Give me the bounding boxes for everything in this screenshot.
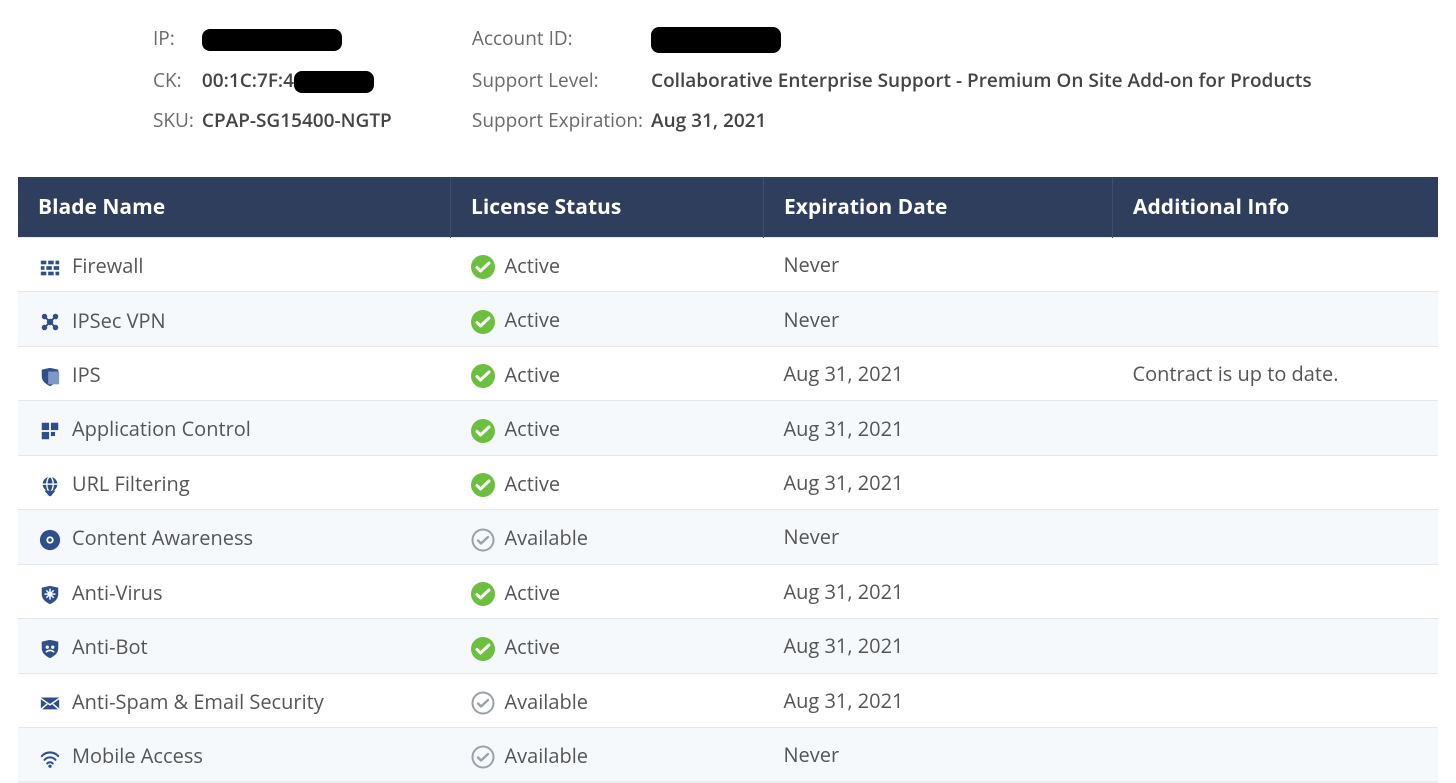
additional-info-text bbox=[1113, 619, 1439, 673]
content-awareness-icon bbox=[38, 524, 62, 551]
ip-value bbox=[202, 25, 452, 67]
additional-info-text bbox=[1113, 237, 1439, 291]
additional-info-text bbox=[1113, 673, 1439, 727]
expiration-text: Never bbox=[764, 510, 1113, 564]
expiration-text: Aug 31, 2021 bbox=[764, 619, 1113, 673]
expiration-text: Never bbox=[764, 292, 1113, 346]
status-available-icon bbox=[471, 687, 495, 715]
table-row[interactable]: Content Awareness Available Never bbox=[18, 510, 1438, 564]
expiration-text: Aug 31, 2021 bbox=[764, 673, 1113, 727]
license-status-text: Active bbox=[505, 633, 561, 660]
expiration-text: Aug 31, 2021 bbox=[764, 455, 1113, 509]
col-blade-name[interactable]: Blade Name bbox=[18, 177, 451, 238]
table-row[interactable]: Anti-Virus Active Aug 31, 2021 bbox=[18, 564, 1438, 618]
status-available-icon bbox=[471, 742, 495, 770]
col-license-status[interactable]: License Status bbox=[451, 177, 764, 238]
sku-label: SKU: bbox=[153, 107, 202, 147]
status-active-icon bbox=[471, 252, 495, 280]
status-active-icon bbox=[471, 306, 495, 334]
anti-bot-icon bbox=[38, 633, 62, 660]
table-row[interactable]: Firewall Active Never bbox=[18, 237, 1438, 291]
additional-info-text bbox=[1113, 455, 1439, 509]
redacted-account bbox=[651, 27, 781, 53]
support-expiration-label: Support Expiration: bbox=[452, 107, 651, 147]
sku-value: CPAP-SG15400-NGTP bbox=[202, 107, 452, 147]
blade-name-text: Firewall bbox=[72, 252, 143, 279]
firewall-icon bbox=[38, 252, 62, 279]
account-id-label: Account ID: bbox=[452, 25, 651, 67]
col-additional-info[interactable]: Additional Info bbox=[1113, 177, 1439, 238]
blade-name-text: IPS bbox=[72, 361, 101, 388]
device-info-panel: IP: Account ID: CK: 00:1C:7F:4 Support L… bbox=[0, 0, 1456, 177]
blade-name-text: Anti-Virus bbox=[72, 579, 162, 606]
license-status-text: Active bbox=[505, 579, 561, 606]
anti-spam-icon bbox=[38, 688, 62, 715]
account-id-value bbox=[651, 25, 1342, 67]
status-active-icon bbox=[471, 415, 495, 443]
license-status-text: Active bbox=[505, 361, 561, 388]
license-status-text: Available bbox=[505, 688, 588, 715]
ip-label: IP: bbox=[153, 25, 202, 67]
support-expiration-value: Aug 31, 2021 bbox=[651, 107, 1342, 147]
mobile-access-icon bbox=[38, 742, 62, 769]
blade-name-text: Anti-Bot bbox=[72, 633, 148, 660]
expiration-text: Never bbox=[764, 728, 1113, 783]
anti-virus-icon bbox=[38, 579, 62, 606]
table-row[interactable]: Application Control Active Aug 31, 2021 bbox=[18, 401, 1438, 455]
table-row[interactable]: Anti-Spam & Email Security Available Aug 3… bbox=[18, 673, 1438, 727]
status-available-icon bbox=[471, 524, 495, 552]
app-control-icon bbox=[38, 416, 62, 443]
support-level-value: Collaborative Enterprise Support - Premi… bbox=[651, 67, 1342, 107]
blade-name-text: Content Awareness bbox=[72, 524, 253, 551]
expiration-text: Never bbox=[764, 237, 1113, 291]
ck-value: 00:1C:7F:4 bbox=[202, 67, 452, 107]
license-status-text: Active bbox=[505, 307, 561, 334]
blade-name-text: URL Filtering bbox=[72, 470, 190, 497]
additional-info-text bbox=[1113, 401, 1439, 455]
table-row[interactable]: IPS Active Aug 31, 2021Contract is up to d… bbox=[18, 346, 1438, 400]
ipsec-vpn-icon bbox=[38, 307, 62, 334]
additional-info-text: Contract is up to date. bbox=[1113, 346, 1439, 400]
expiration-text: Aug 31, 2021 bbox=[764, 564, 1113, 618]
status-active-icon bbox=[471, 361, 495, 389]
table-row[interactable]: Anti-Bot Active Aug 31, 2021 bbox=[18, 619, 1438, 673]
table-header-row: Blade Name License Status Expiration Dat… bbox=[18, 177, 1438, 238]
license-status-text: Active bbox=[505, 415, 561, 442]
blade-license-table: Blade Name License Status Expiration Dat… bbox=[18, 177, 1438, 783]
table-row[interactable]: Mobile Access Available Never bbox=[18, 728, 1438, 783]
license-status-text: Available bbox=[505, 524, 588, 551]
info-table: IP: Account ID: CK: 00:1C:7F:4 Support L… bbox=[153, 25, 1342, 147]
col-expiration-date[interactable]: Expiration Date bbox=[764, 177, 1113, 238]
redacted-ck bbox=[294, 71, 374, 93]
blade-name-text: Mobile Access bbox=[72, 742, 203, 769]
additional-info-text bbox=[1113, 564, 1439, 618]
additional-info-text bbox=[1113, 510, 1439, 564]
additional-info-text bbox=[1113, 292, 1439, 346]
blade-name-text: Anti-Spam & Email Security bbox=[72, 688, 324, 715]
license-status-text: Active bbox=[505, 252, 561, 279]
status-active-icon bbox=[471, 578, 495, 606]
support-level-label: Support Level: bbox=[452, 67, 651, 107]
table-row[interactable]: URL Filtering Active Aug 31, 2021 bbox=[18, 455, 1438, 509]
redacted-ip bbox=[202, 29, 342, 51]
ck-text: 00:1C:7F:4 bbox=[202, 67, 294, 93]
status-active-icon bbox=[471, 633, 495, 661]
expiration-text: Aug 31, 2021 bbox=[764, 401, 1113, 455]
blade-name-text: IPSec VPN bbox=[72, 307, 166, 334]
status-active-icon bbox=[471, 470, 495, 498]
expiration-text: Aug 31, 2021 bbox=[764, 346, 1113, 400]
table-row[interactable]: IPSec VPN Active Never bbox=[18, 292, 1438, 346]
ips-icon bbox=[38, 361, 62, 388]
ck-label: CK: bbox=[153, 67, 202, 107]
license-status-text: Available bbox=[505, 742, 588, 769]
license-status-text: Active bbox=[505, 470, 561, 497]
additional-info-text bbox=[1113, 728, 1439, 783]
url-filtering-icon bbox=[38, 470, 62, 497]
blade-name-text: Application Control bbox=[72, 416, 251, 443]
